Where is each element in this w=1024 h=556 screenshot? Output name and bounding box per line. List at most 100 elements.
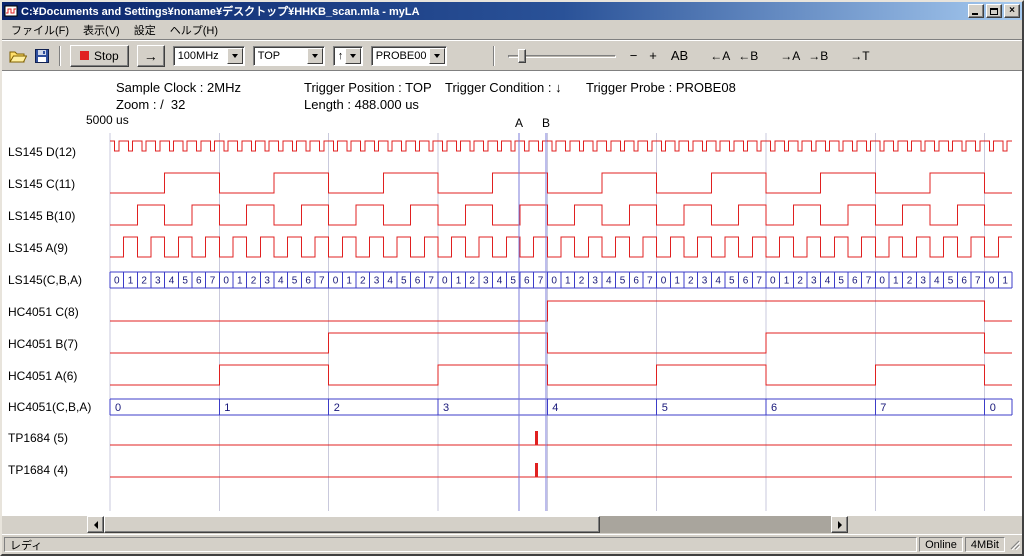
sample-rate-dropdown-button[interactable] <box>227 48 243 64</box>
svg-text:1: 1 <box>224 402 230 414</box>
jump-right-b-button[interactable]: →B <box>804 47 832 65</box>
svg-text:0: 0 <box>333 276 339 287</box>
svg-text:1: 1 <box>1002 276 1008 287</box>
svg-text:2: 2 <box>251 276 257 287</box>
trigger-position-dropdown-button[interactable] <box>307 48 323 64</box>
chevron-down-icon <box>232 54 238 58</box>
menubar: ファイル(F) 表示(V) 設定 ヘルプ(H) <box>2 20 1022 40</box>
menu-settings[interactable]: 設定 <box>127 19 163 41</box>
svg-text:7: 7 <box>319 276 325 287</box>
ab-markers-button[interactable]: AB <box>667 46 692 65</box>
minimize-icon <box>972 13 978 15</box>
toolbar-separator <box>59 46 61 66</box>
trigger-position-combo[interactable]: TOP <box>253 46 325 66</box>
trigger-edge-dropdown-button[interactable] <box>345 48 361 64</box>
chevron-down-icon <box>434 54 440 58</box>
zoom-slider-thumb[interactable] <box>518 49 526 63</box>
jump-right-a-button[interactable]: →A <box>776 47 804 65</box>
svg-text:4: 4 <box>497 276 503 287</box>
svg-text:B: B <box>542 116 550 130</box>
svg-text:3: 3 <box>155 276 161 287</box>
svg-text:5: 5 <box>182 276 188 287</box>
svg-text:1: 1 <box>893 276 899 287</box>
minimize-button[interactable] <box>968 4 984 18</box>
svg-text:0: 0 <box>442 276 448 287</box>
close-button[interactable]: × <box>1004 4 1020 18</box>
trigger-edge-combo[interactable]: ↑ <box>333 46 363 66</box>
scroll-left-button[interactable] <box>87 516 104 533</box>
jump-trigger-button[interactable]: →T <box>846 47 873 65</box>
maximize-button[interactable] <box>986 4 1002 18</box>
scrollbar-track[interactable] <box>600 516 831 533</box>
svg-text:0: 0 <box>770 276 776 287</box>
svg-text:3: 3 <box>811 276 817 287</box>
svg-text:7: 7 <box>975 276 981 287</box>
svg-text:2: 2 <box>141 276 147 287</box>
svg-text:2: 2 <box>469 276 475 287</box>
svg-text:5: 5 <box>510 276 516 287</box>
svg-text:5: 5 <box>729 276 735 287</box>
channel-label-ls145-b10: LS145 B(10) <box>8 208 75 224</box>
stop-button[interactable]: Stop <box>70 45 129 67</box>
sample-rate-combo[interactable]: 100MHz <box>173 46 245 66</box>
svg-text:5: 5 <box>292 276 298 287</box>
trigger-probe-combo[interactable]: PROBE00 <box>371 46 447 66</box>
app-icon <box>4 4 18 18</box>
channel-label-hc4051-a6: HC4051 A(6) <box>8 368 77 384</box>
stop-button-label: Stop <box>94 49 119 63</box>
menu-view[interactable]: 表示(V) <box>76 19 127 41</box>
svg-text:5: 5 <box>620 276 626 287</box>
svg-text:A: A <box>515 116 523 130</box>
svg-text:1: 1 <box>784 276 790 287</box>
window-title: C:¥Documents and Settings¥noname¥デスクトップ¥… <box>21 3 966 19</box>
svg-text:7: 7 <box>866 276 872 287</box>
jump-left-b-button[interactable]: ←B <box>734 47 762 65</box>
svg-text:6: 6 <box>771 402 777 414</box>
close-icon: × <box>1009 6 1015 16</box>
zoom-out-button[interactable]: − <box>626 46 642 65</box>
svg-text:0: 0 <box>114 276 120 287</box>
svg-text:5: 5 <box>401 276 407 287</box>
titlebar: C:¥Documents and Settings¥noname¥デスクトップ¥… <box>2 2 1022 20</box>
svg-text:1: 1 <box>346 276 352 287</box>
channel-label-ls145-a9: LS145 A(9) <box>8 240 68 256</box>
resize-grip[interactable] <box>1007 537 1020 552</box>
trigger-probe-dropdown-button[interactable] <box>429 48 445 64</box>
horizontal-scrollbar[interactable] <box>87 516 848 533</box>
scroll-right-button[interactable] <box>831 516 848 533</box>
svg-text:3: 3 <box>443 402 449 414</box>
toolbar-separator <box>493 46 495 66</box>
trigger-edge-value: ↑ <box>334 50 345 62</box>
svg-text:0: 0 <box>879 276 885 287</box>
zoom-slider[interactable] <box>508 47 616 65</box>
status-message: レディ <box>4 537 917 552</box>
status-online-badge: Online <box>919 537 963 552</box>
menu-file[interactable]: ファイル(F) <box>4 19 76 41</box>
stop-icon <box>80 51 89 60</box>
svg-text:3: 3 <box>264 276 270 287</box>
zoom-in-button[interactable]: + <box>645 46 661 65</box>
svg-text:0: 0 <box>989 276 995 287</box>
channel-label-ls145-d12: LS145 D(12) <box>8 144 76 160</box>
chevron-down-icon <box>312 54 318 58</box>
chevron-down-icon <box>350 54 356 58</box>
svg-text:4: 4 <box>552 402 558 414</box>
svg-text:3: 3 <box>920 276 926 287</box>
svg-text:4: 4 <box>825 276 831 287</box>
svg-text:6: 6 <box>524 276 530 287</box>
svg-text:6: 6 <box>633 276 639 287</box>
svg-text:5: 5 <box>662 402 668 414</box>
menu-help[interactable]: ヘルプ(H) <box>163 19 225 41</box>
scrollbar-thumb[interactable] <box>104 516 600 533</box>
svg-text:0: 0 <box>115 402 121 414</box>
svg-text:1: 1 <box>237 276 243 287</box>
jump-left-a-button[interactable]: ←A <box>706 47 734 65</box>
svg-text:2: 2 <box>688 276 694 287</box>
app-window: C:¥Documents and Settings¥noname¥デスクトップ¥… <box>0 0 1024 556</box>
trigger-probe-value: PROBE00 <box>372 50 429 62</box>
save-button[interactable] <box>30 44 54 68</box>
run-button[interactable]: → <box>137 45 165 67</box>
waveform-plot[interactable]: 0123456701234567012345670123456701234567… <box>2 71 1016 516</box>
open-button[interactable] <box>6 44 30 68</box>
svg-text:7: 7 <box>756 276 762 287</box>
